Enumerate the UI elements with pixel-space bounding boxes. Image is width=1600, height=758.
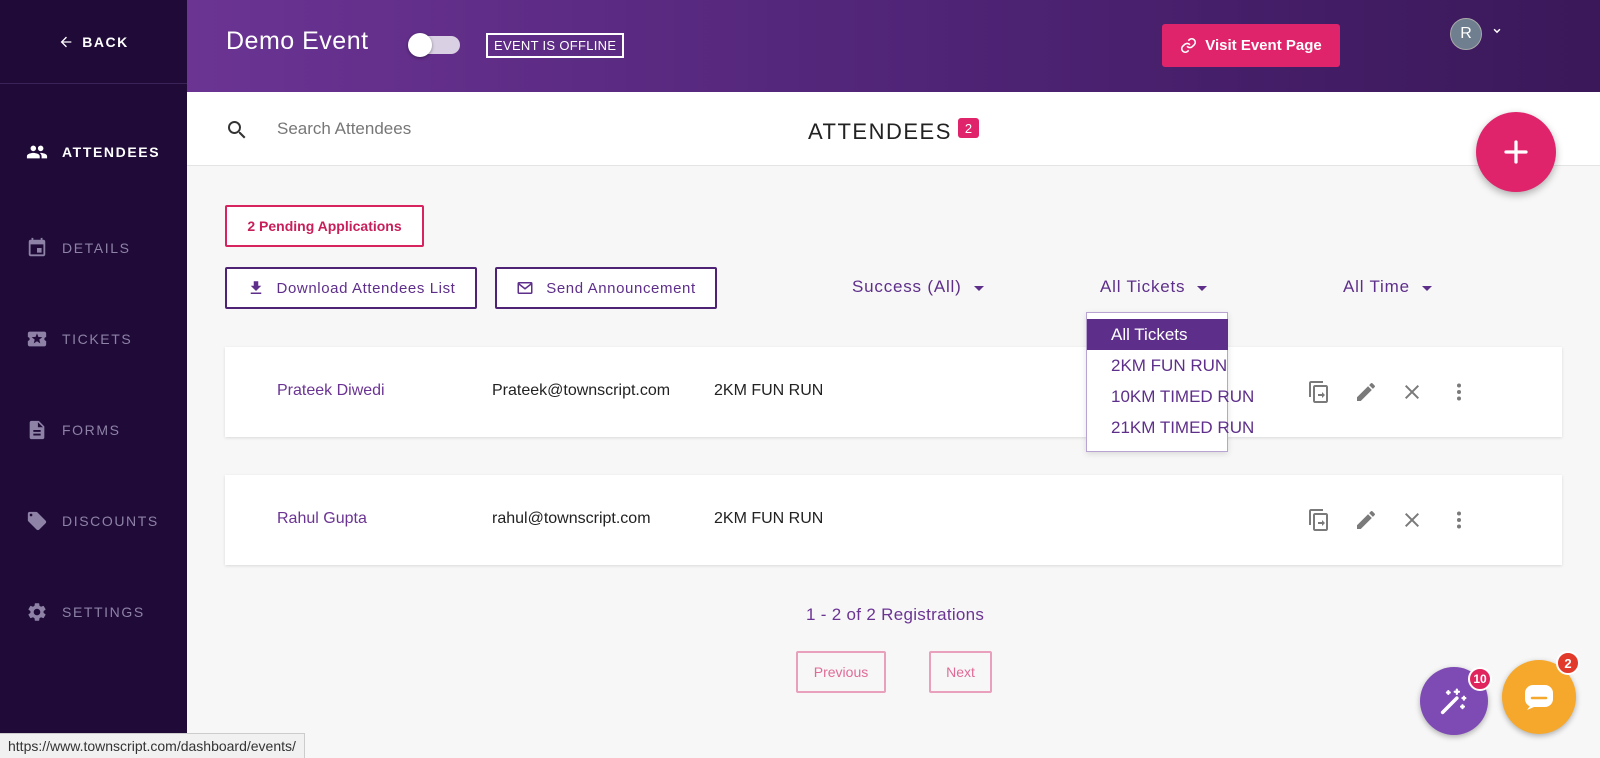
previous-page-button[interactable]: Previous	[796, 651, 886, 693]
edit-button[interactable]	[1354, 508, 1378, 532]
status-filter[interactable]: Success (All)	[852, 275, 984, 299]
search-input[interactable]	[277, 114, 717, 144]
back-button[interactable]: BACK	[0, 0, 187, 84]
tickets-filter[interactable]: All Tickets	[1100, 275, 1208, 299]
attendee-name[interactable]: Prateek Diwedi	[277, 382, 385, 400]
toggle-knob	[408, 33, 432, 57]
dropdown-option-21km-timed-run[interactable]: 21KM TIMED RUN	[1087, 412, 1254, 443]
status-filter-label: Success (All)	[852, 277, 962, 296]
page-title: ATTENDEES	[808, 119, 952, 144]
attendee-name[interactable]: Rahul Gupta	[277, 510, 367, 528]
event-online-toggle[interactable]	[408, 33, 460, 57]
sidebar-item-tickets[interactable]: TICKETS	[0, 319, 187, 359]
sidebar-item-forms[interactable]: FORMS	[0, 410, 187, 450]
sidebar-item-label: ATTENDEES	[62, 144, 161, 160]
more-options-button[interactable]	[1447, 508, 1471, 532]
sidebar: BACK ATTENDEES DETAILS TICKETS FORMS DIS…	[0, 0, 187, 758]
more-vertical-icon	[1457, 511, 1461, 529]
chevron-down-icon[interactable]	[1490, 24, 1504, 38]
attendee-ticket: 2KM FUN RUN	[714, 382, 824, 399]
dropdown-option-all-tickets[interactable]: All Tickets	[1087, 319, 1228, 350]
copy-icon	[1309, 509, 1328, 531]
visit-event-page-button[interactable]: Visit Event Page	[1162, 24, 1340, 67]
attendee-ticket: 2KM FUN RUN	[714, 510, 824, 527]
sidebar-item-label: DETAILS	[62, 240, 131, 256]
dropdown-option-2km-fun-run[interactable]: 2KM FUN RUN	[1087, 350, 1229, 381]
pending-applications-button[interactable]: 2 Pending Applications	[225, 205, 424, 247]
attendee-email: Prateek@townscript.com	[492, 382, 671, 399]
notification-badge: 10	[1468, 667, 1492, 691]
registration-count: 1 - 2 of 2 Registrations	[806, 605, 985, 624]
caret-down-icon	[1421, 285, 1432, 291]
event-header: Demo Event EVENT IS OFFLINE Visit Event …	[187, 0, 1600, 92]
download-icon	[250, 281, 261, 294]
search-bar: ATTENDEES 2	[187, 92, 1600, 166]
sidebar-item-label: TICKETS	[62, 331, 133, 347]
caret-down-icon	[1197, 285, 1208, 291]
sidebar-item-label: DISCOUNTS	[62, 513, 159, 529]
cancel-registration-button[interactable]	[1400, 508, 1424, 532]
mail-icon	[517, 282, 533, 294]
sidebar-item-attendees[interactable]: ATTENDEES	[0, 132, 187, 172]
time-filter[interactable]: All Time	[1343, 275, 1432, 299]
copy-icon	[1309, 381, 1328, 403]
event-status-badge: EVENT IS OFFLINE	[486, 33, 625, 58]
sidebar-item-discounts[interactable]: DISCOUNTS	[0, 501, 187, 541]
plus-icon	[1504, 140, 1528, 164]
add-attendee-button[interactable]	[1476, 112, 1556, 192]
table-row: Rahul Gupta rahul@townscript.com 2KM FUN…	[225, 475, 1562, 565]
tickets-filter-label: All Tickets	[1100, 277, 1186, 296]
people-icon	[26, 145, 48, 159]
next-page-button[interactable]: Next	[929, 651, 992, 693]
visit-event-page-label: Visit Event Page	[1205, 37, 1322, 54]
arrow-left-icon	[60, 36, 72, 47]
chat-icon	[1525, 685, 1553, 710]
document-icon	[29, 420, 45, 440]
resend-ticket-button[interactable]	[1307, 508, 1331, 532]
download-attendees-button[interactable]: Download Attendees List	[225, 267, 477, 309]
attendee-email: rahul@townscript.com	[492, 510, 651, 527]
edit-button[interactable]	[1354, 380, 1378, 404]
ticket-icon	[27, 331, 47, 347]
close-icon	[1405, 513, 1419, 527]
table-row: Prateek Diwedi Prateek@townscript.com 2K…	[225, 347, 1562, 437]
link-icon	[1181, 38, 1197, 53]
caret-down-icon	[973, 285, 984, 291]
time-filter-label: All Time	[1343, 277, 1410, 296]
calendar-icon	[28, 237, 46, 257]
sidebar-item-label: FORMS	[62, 422, 121, 438]
tickets-dropdown-menu: All Tickets 2KM FUN RUN 10KM TIMED RUN 2…	[1086, 312, 1254, 452]
sidebar-item-settings[interactable]: SETTINGS	[0, 592, 187, 632]
pencil-icon	[1357, 382, 1376, 401]
sidebar-item-label: SETTINGS	[62, 604, 145, 620]
download-attendees-label: Download Attendees List	[276, 279, 456, 297]
resend-ticket-button[interactable]	[1307, 380, 1331, 404]
chat-unread-badge: 2	[1556, 651, 1580, 675]
more-vertical-icon	[1457, 383, 1461, 401]
tag-icon	[27, 511, 47, 531]
more-options-button[interactable]	[1447, 380, 1471, 404]
close-icon	[1405, 385, 1419, 399]
back-label: BACK	[82, 33, 129, 50]
gear-icon	[28, 603, 46, 621]
send-announcement-button[interactable]: Send Announcement	[495, 267, 717, 309]
event-title: Demo Event	[226, 27, 369, 55]
status-bar-url: https://www.townscript.com/dashboard/eve…	[0, 733, 305, 758]
pencil-icon	[1357, 510, 1376, 529]
sidebar-item-details[interactable]: DETAILS	[0, 228, 187, 268]
send-announcement-label: Send Announcement	[546, 279, 696, 297]
magic-wand-icon	[1440, 688, 1467, 715]
avatar[interactable]: R	[1450, 18, 1482, 50]
cancel-registration-button[interactable]	[1400, 380, 1424, 404]
attendee-count-badge: 2	[958, 118, 979, 138]
search-icon	[228, 121, 246, 139]
dropdown-option-10km-timed-run[interactable]: 10KM TIMED RUN	[1087, 381, 1254, 412]
